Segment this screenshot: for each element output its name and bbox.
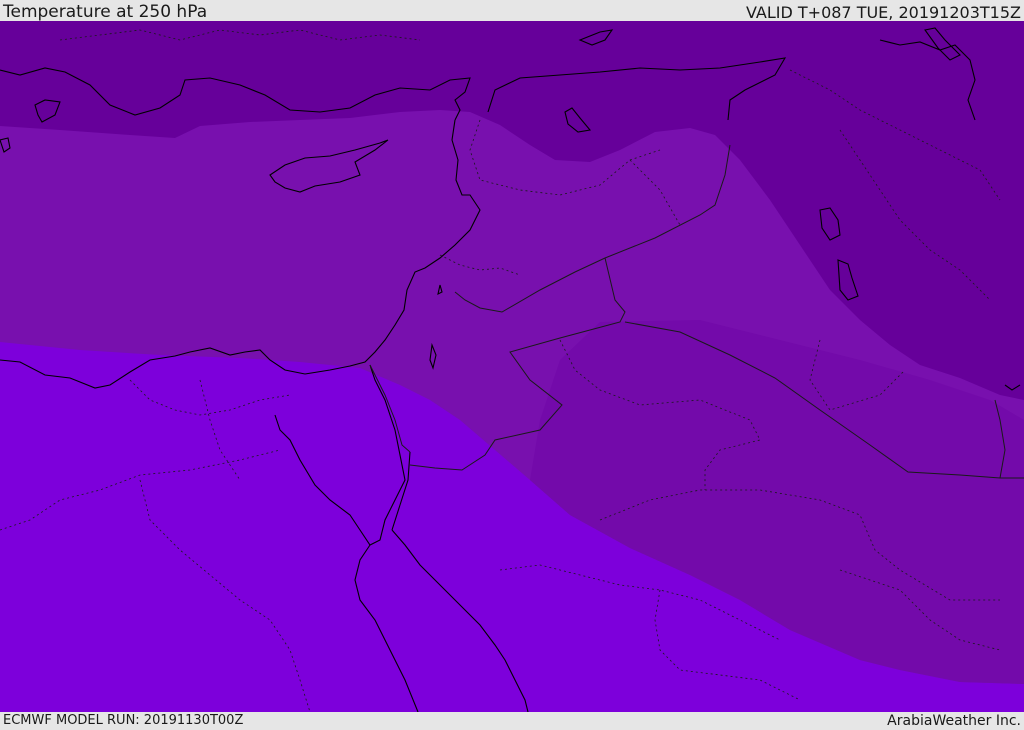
footer-bar: ECMWF MODEL RUN: 20191130T00Z ArabiaWeat… bbox=[0, 712, 1024, 729]
map-title: Temperature at 250 hPa bbox=[3, 2, 208, 22]
model-run-label: ECMWF MODEL RUN: 20191130T00Z bbox=[3, 713, 244, 728]
header-bar: Temperature at 250 hPa VALID T+087 TUE, … bbox=[0, 0, 1024, 22]
valid-time: VALID T+087 TUE, 20191203T15Z bbox=[745, 3, 1021, 22]
temperature-map-svg bbox=[0, 21, 1024, 712]
brand-label: ArabiaWeather Inc. bbox=[887, 713, 1021, 729]
map-canvas[interactable] bbox=[0, 21, 1024, 712]
